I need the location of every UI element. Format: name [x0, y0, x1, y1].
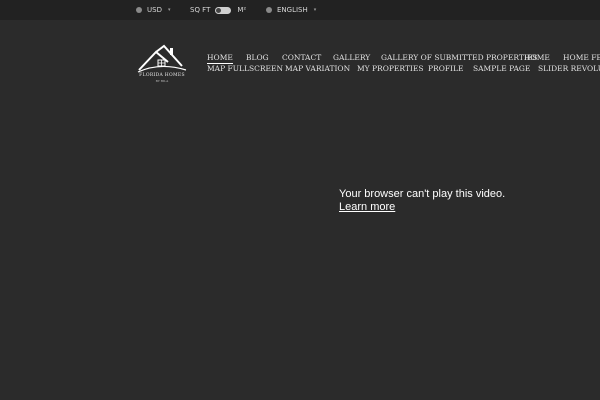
- chevron-down-icon: ▾: [167, 7, 171, 13]
- language-label: ENGLISH: [277, 6, 308, 14]
- nav-item-map-variation[interactable]: MAP VARIATION: [285, 64, 350, 73]
- unit-m2-label: M²: [237, 6, 247, 14]
- nav-item-home-2[interactable]: HOME: [524, 53, 550, 62]
- nav-item-home[interactable]: HOME: [207, 53, 233, 64]
- unit-toggle[interactable]: [215, 6, 232, 14]
- globe-icon: [266, 7, 272, 13]
- nav-item-sample-page[interactable]: SAMPLE PAGE: [473, 64, 530, 73]
- nav-item-map-fullscreen[interactable]: MAP FULLSCREEN: [207, 64, 283, 73]
- chevron-down-icon: ▾: [313, 7, 317, 13]
- unit-sqft-label: SQ FT: [190, 6, 211, 14]
- toggle-knob: [216, 7, 222, 13]
- nav-item-profile[interactable]: PROFILE: [428, 64, 463, 73]
- site-logo[interactable]: FLORIDA HOMES BY BILA: [136, 44, 188, 84]
- logo-subtitle: BY BILA: [155, 79, 169, 83]
- learn-more-link[interactable]: Learn more: [339, 201, 505, 214]
- unit-switcher: SQ FT M²: [190, 5, 246, 15]
- nav-item-gallery[interactable]: GALLERY: [333, 53, 370, 62]
- currency-label: USD: [147, 6, 162, 14]
- nav-item-gallery-submitted[interactable]: GALLERY OF SUBMITTED PROPERTIES: [381, 53, 537, 62]
- nav-item-home-feed[interactable]: HOME FEED: [563, 53, 600, 62]
- nav-item-contact[interactable]: CONTACT: [282, 53, 321, 62]
- currency-icon: [136, 7, 142, 13]
- currency-selector[interactable]: USD ▾: [136, 5, 170, 15]
- nav-item-blog[interactable]: BLOG: [246, 53, 269, 62]
- nav-item-slider-revolution[interactable]: SLIDER REVOLUTION: [538, 64, 600, 73]
- top-bar: USD ▾ SQ FT M² ENGLISH ▾: [0, 0, 600, 20]
- nav-item-my-properties[interactable]: MY PROPERTIES: [357, 64, 423, 73]
- video-error-text: Your browser can't play this video.: [339, 188, 506, 200]
- video-error-message: Your browser can't play this video. Lear…: [339, 188, 505, 214]
- logo-name: FLORIDA HOMES: [139, 73, 185, 78]
- language-selector[interactable]: ENGLISH ▾: [266, 5, 316, 15]
- house-roof-icon: [137, 44, 187, 73]
